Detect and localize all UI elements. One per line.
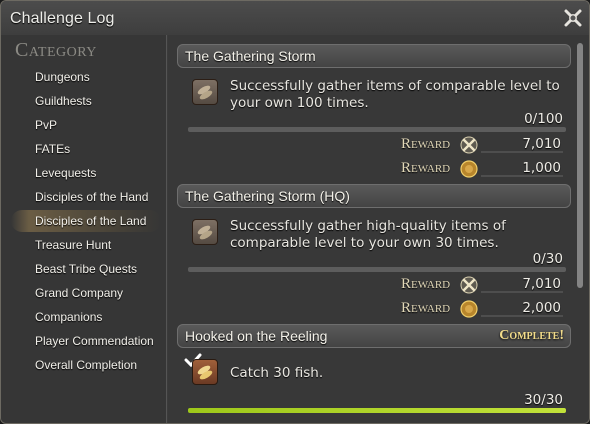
reward-label: Reward [401,300,451,316]
close-icon [564,9,582,27]
reward-value: 7,010 [522,136,561,152]
sidebar-item-companions[interactable]: Companions [11,306,161,328]
category-sidebar: Category Dungeons Guildhests PvP FATEs L… [1,35,167,423]
complete-badge: Complete! [499,328,564,343]
reward-row: Reward 7,010 [401,275,571,295]
category-heading: Category [15,39,97,61]
reward-value: 7,010 [522,276,561,292]
progress-count: 0/30 [532,251,563,267]
gathering-icon [192,219,218,245]
challenge-title: Hooked on the Reeling [185,328,328,344]
progress-bar [188,267,566,272]
fish-icon [197,225,213,240]
progress-count: 0/100 [524,111,563,127]
scrollbar[interactable] [577,43,583,288]
sidebar-item-guildhests[interactable]: Guildhests [11,90,161,112]
xp-icon [460,276,478,294]
gathering-icon [192,79,218,105]
sidebar-item-beast-tribe-quests[interactable]: Beast Tribe Quests [11,258,161,280]
reward-label: Reward [401,136,451,152]
fish-icon [197,365,213,380]
challenge-title: The Gathering Storm (HQ) [185,188,350,204]
gil-icon [460,160,478,178]
reward-row: Reward 7,010 [401,135,571,155]
challenge-log-window: Challenge Log Category Dungeons Guildhes… [0,0,590,424]
sidebar-item-dungeons[interactable]: Dungeons [11,66,161,88]
reward-value: 2,000 [522,300,561,316]
reward-value: 1,000 [522,160,561,176]
close-button[interactable] [561,6,585,30]
progress-bar [188,408,566,413]
challenge-title: The Gathering Storm [185,48,316,64]
sidebar-item-pvp[interactable]: PvP [11,114,161,136]
progress-bar-fill [188,408,566,413]
reward-row: Reward 1,000 [401,159,571,179]
fishing-icon [192,359,218,385]
gil-icon [460,300,478,318]
challenge-header-gathering-storm[interactable]: The Gathering Storm [177,44,571,68]
challenge-description: Catch 30 fish. [230,365,324,381]
reward-label: Reward [401,160,451,176]
xp-icon [460,136,478,154]
sidebar-item-levequests[interactable]: Levequests [11,162,161,184]
fish-icon [197,85,213,100]
sidebar-item-overall-completion[interactable]: Overall Completion [11,354,161,376]
window-title: Challenge Log [10,10,115,27]
sidebar-item-treasure-hunt[interactable]: Treasure Hunt [11,234,161,256]
progress-bar [188,127,566,132]
sidebar-item-disciples-of-the-hand[interactable]: Disciples of the Hand [11,186,161,208]
title-bar[interactable]: Challenge Log [1,1,589,35]
reward-row: Reward 2,000 [401,299,571,319]
sidebar-item-disciples-of-the-land[interactable]: Disciples of the Land [11,210,161,232]
sidebar-item-player-commendation[interactable]: Player Commendation [11,330,161,352]
sidebar-item-grand-company[interactable]: Grand Company [11,282,161,304]
progress-count: 30/30 [524,392,563,408]
reward-label: Reward [401,276,451,292]
challenge-header-gathering-storm-hq[interactable]: The Gathering Storm (HQ) [177,184,571,208]
challenge-header-hooked-on-the-reeling[interactable]: Hooked on the Reeling Complete! [177,324,571,348]
challenge-description: Successfully gather high-quality items o… [230,218,506,251]
sidebar-item-fates[interactable]: FATEs [11,138,161,160]
challenge-description: Successfully gather items of comparable … [230,78,560,111]
